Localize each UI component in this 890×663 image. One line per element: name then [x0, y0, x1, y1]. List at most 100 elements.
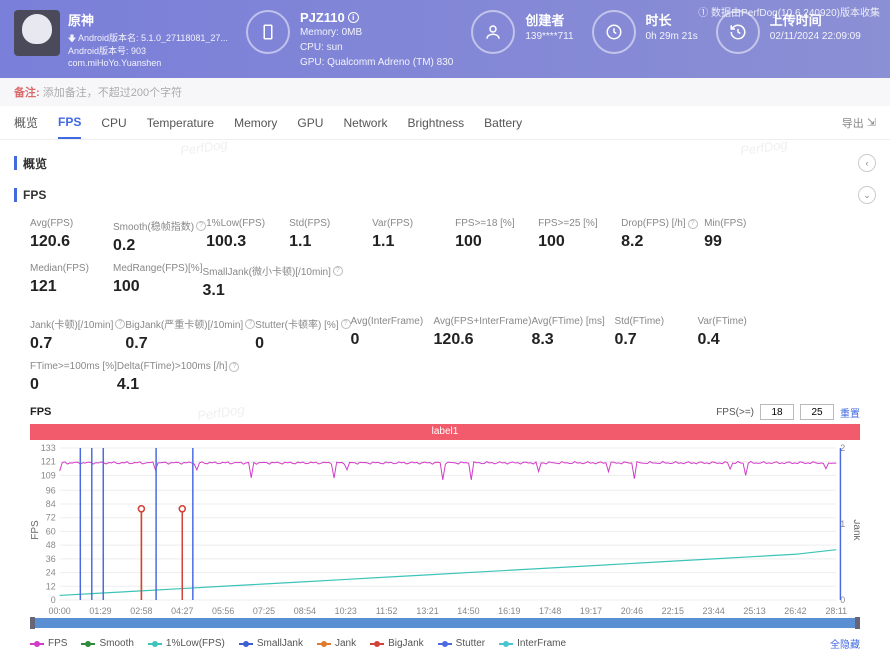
stat: Jank(卡顿)[/10min]?0.7 [30, 316, 125, 353]
section-fps-header: FPS ⌄ [14, 186, 876, 204]
help-icon[interactable]: ? [115, 319, 125, 329]
tab-brightness[interactable]: Brightness [407, 106, 464, 139]
device-cpu: CPU: sun [300, 40, 453, 55]
svg-text:00:00: 00:00 [49, 606, 71, 616]
chart-legend: FPS Smooth 1%Low(FPS) SmallJank Jank BigJank S… [14, 632, 876, 655]
tab-memory[interactable]: Memory [234, 106, 277, 139]
fps-ge-label: FPS(>=) [716, 407, 754, 418]
stat: Avg(FPS)120.6 [30, 218, 113, 255]
stat: Delta(FTime)>100ms [/h]?4.1 [117, 361, 240, 394]
app-icon [14, 10, 60, 56]
help-icon[interactable]: ? [196, 221, 206, 231]
svg-text:12: 12 [46, 581, 56, 591]
svg-text:26:42: 26:42 [784, 606, 806, 616]
info-icon[interactable]: i [348, 12, 359, 23]
legend-item[interactable]: 1%Low(FPS) [148, 638, 225, 649]
svg-text:23:44: 23:44 [703, 606, 725, 616]
legend-item[interactable]: SmallJank [239, 638, 303, 649]
stat: FPS>=25 [%]100 [538, 218, 621, 255]
tab-temperature[interactable]: Temperature [147, 106, 214, 139]
legend-item[interactable]: InterFrame [499, 638, 566, 649]
app-block: 原神 Android版本名: 5.1.0_27118081_27... Andr… [14, 10, 228, 70]
stat: 1%Low(FPS)100.3 [206, 218, 289, 255]
stat: Median(FPS)121 [30, 263, 113, 300]
tab-battery[interactable]: Battery [484, 106, 522, 139]
reset-link[interactable]: 重置 [840, 405, 860, 420]
svg-text:133: 133 [41, 443, 56, 453]
fps-chart[interactable]: 0122436486072849610912113301200:0001:290… [30, 442, 860, 618]
collapse-toggle[interactable]: ‹ [858, 154, 876, 172]
svg-text:28:11: 28:11 [825, 606, 847, 616]
fps-threshold-1[interactable] [760, 404, 794, 420]
tab-cpu[interactable]: CPU [101, 106, 126, 139]
svg-text:48: 48 [46, 540, 56, 550]
stats-row-2: Jank(卡顿)[/10min]?0.7BigJank(严重卡顿)[/10min… [14, 308, 876, 402]
section-overview-title: 概览 [23, 155, 47, 172]
legend-item[interactable]: BigJank [370, 638, 424, 649]
svg-text:24: 24 [46, 568, 56, 578]
device-block: PJZ110i Memory: 0MB CPU: sun GPU: Qualco… [246, 10, 453, 70]
chart-title: FPS [30, 406, 51, 418]
stat: BigJank(严重卡顿)[/10min]?0.7 [125, 316, 255, 353]
svg-text:121: 121 [41, 457, 56, 467]
user-icon [471, 10, 515, 54]
stat: Stutter(卡顿率) [%]?0 [255, 316, 350, 353]
time-scrubber[interactable] [30, 618, 860, 628]
help-icon[interactable]: ? [245, 319, 255, 329]
svg-text:20:46: 20:46 [621, 606, 643, 616]
device-gpu: GPU: Qualcomm Adreno (TM) 830 [300, 55, 453, 70]
stat: Std(FPS)1.1 [289, 218, 372, 255]
stat: Avg(FTime) [ms]8.3 [531, 316, 614, 353]
export-icon: ⇲ [867, 116, 876, 129]
svg-text:96: 96 [46, 485, 56, 495]
source-note: ① 数据由PerfDog(10.6.240920)版本收集 [698, 4, 880, 19]
svg-text:02:58: 02:58 [130, 606, 152, 616]
tab-overview[interactable]: 概览 [14, 106, 38, 139]
svg-text:84: 84 [46, 499, 56, 509]
stat: Drop(FPS) [/h]?8.2 [621, 218, 704, 255]
svg-text:0: 0 [51, 595, 56, 605]
chart-header: FPS PerfDog FPS(>=) 重置 [14, 402, 876, 422]
svg-text:72: 72 [46, 513, 56, 523]
legend-item[interactable]: FPS [30, 638, 67, 649]
header: ① 数据由PerfDog(10.6.240920)版本收集 原神 Android… [0, 0, 890, 78]
svg-text:36: 36 [46, 554, 56, 564]
stat: FPS>=18 [%]100 [455, 218, 538, 255]
tab-network[interactable]: Network [343, 106, 387, 139]
creator-block: 创建者 139****711 [471, 10, 573, 54]
help-icon[interactable]: ? [333, 266, 343, 276]
help-icon[interactable]: ? [341, 319, 351, 329]
note-label: 备注: [14, 87, 40, 99]
help-icon[interactable]: ? [229, 362, 239, 372]
hide-all-link[interactable]: 全隐藏 [830, 636, 860, 651]
legend-item[interactable]: Stutter [438, 638, 485, 649]
stat: Var(FPS)1.1 [372, 218, 455, 255]
help-icon[interactable]: ? [688, 219, 698, 229]
collapse-toggle[interactable]: ⌄ [858, 186, 876, 204]
stat: SmallJank(微小卡顿)[/10min]?3.1 [202, 263, 342, 300]
creator-value: 139****711 [525, 29, 573, 44]
tab-gpu[interactable]: GPU [297, 106, 323, 139]
svg-text:01:29: 01:29 [89, 606, 111, 616]
label-bar[interactable]: label1 [30, 424, 860, 440]
svg-text:Jank: Jank [851, 519, 860, 540]
svg-text:FPS: FPS [30, 520, 41, 540]
legend-item[interactable]: Jank [317, 638, 356, 649]
creator-label: 创建者 [525, 10, 573, 29]
note-bar[interactable]: 备注: 添加备注，不超过200个字符 [0, 78, 890, 106]
stat: Smooth(稳帧指数)?0.2 [113, 218, 206, 255]
tab-fps[interactable]: FPS [58, 106, 81, 139]
section-overview-header: 概览 ‹ [14, 154, 876, 172]
svg-text:109: 109 [41, 470, 56, 480]
svg-text:17:48: 17:48 [539, 606, 561, 616]
svg-text:10:23: 10:23 [335, 606, 357, 616]
svg-text:60: 60 [46, 526, 56, 536]
app-android-ver: Android版本名: 5.1.0_27118081_27... [68, 32, 228, 45]
stat: Avg(FPS+InterFrame)120.6 [434, 316, 532, 353]
duration-value: 0h 29m 21s [646, 29, 698, 44]
stat: Std(FTime)0.7 [614, 316, 697, 353]
tab-bar: 概览 FPS CPU Temperature Memory GPU Networ… [0, 106, 890, 140]
export-button[interactable]: 导出 ⇲ [842, 115, 876, 131]
legend-item[interactable]: Smooth [81, 638, 133, 649]
fps-threshold-2[interactable] [800, 404, 834, 420]
